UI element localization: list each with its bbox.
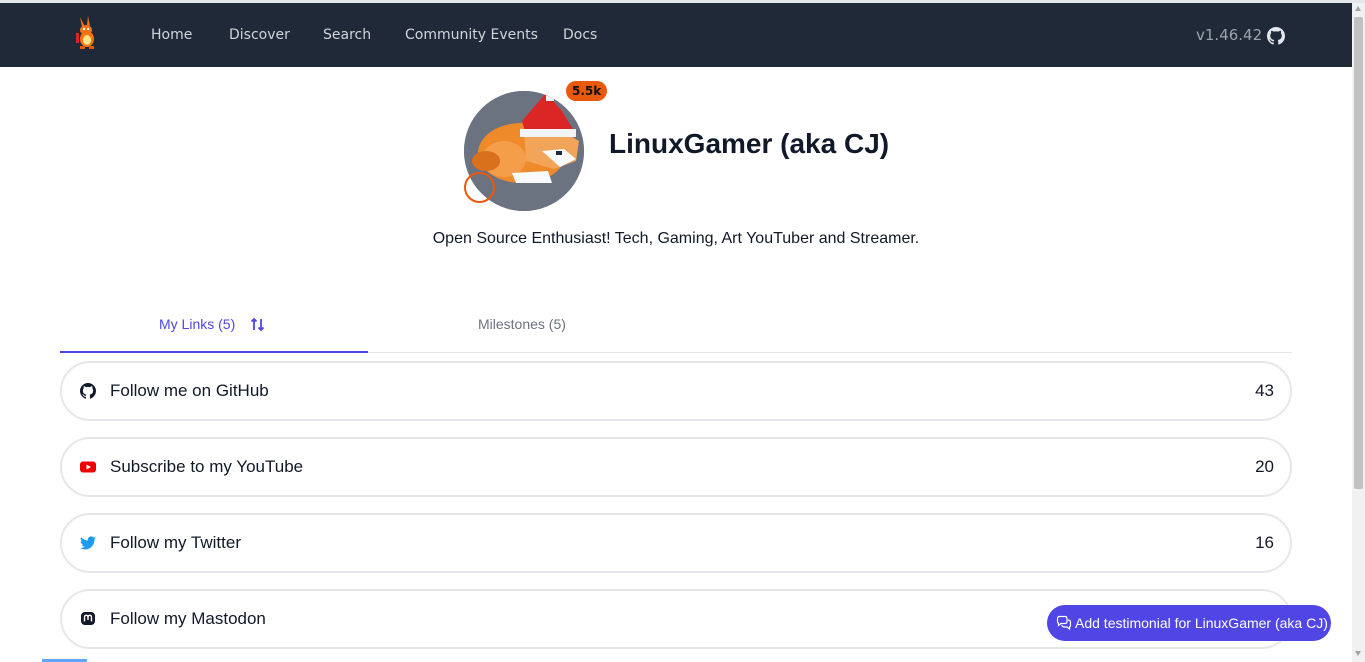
profile-name: LinuxGamer (aka CJ) — [609, 128, 890, 159]
nav-community-events-link[interactable]: Community Events — [405, 27, 538, 43]
link-label: Follow me on GitHub — [110, 381, 269, 400]
link-label: Follow my Twitter — [110, 533, 241, 552]
tab-milestones[interactable]: Milestones (5) — [478, 316, 566, 332]
twitter-icon — [80, 536, 96, 550]
profile-bio: Open Source Enthusiast! Tech, Gaming, Ar… — [432, 230, 920, 247]
nav-search-link[interactable]: Search — [323, 27, 371, 43]
link-card-youtube[interactable]: Subscribe to my YouTube 20 — [60, 437, 1292, 497]
link-click-count: 16 — [1255, 533, 1274, 552]
link-label: Subscribe to my YouTube — [110, 457, 304, 476]
status-ring — [464, 172, 495, 203]
link-card-github[interactable]: Follow me on GitHub 43 — [60, 361, 1292, 421]
add-testimonial-label: Add testimonial for LinuxGamer (aka CJ) — [1075, 615, 1328, 631]
scroll-up-arrow-icon[interactable] — [1355, 6, 1361, 11]
views-badge: 5.5k — [566, 81, 608, 101]
link-card-twitter[interactable]: Follow my Twitter 16 — [60, 513, 1292, 573]
nav-home-link[interactable]: Home — [151, 27, 192, 43]
youtube-icon — [80, 461, 96, 473]
github-icon[interactable] — [1267, 27, 1285, 45]
app-version: v1.46.42 — [1196, 26, 1263, 44]
add-testimonial-button[interactable]: Add testimonial for LinuxGamer (aka CJ) — [1047, 605, 1331, 641]
mastodon-icon — [81, 612, 95, 625]
scrollbar-thumb[interactable] — [1354, 17, 1363, 489]
chat-bubbles-icon — [1056, 615, 1072, 631]
link-label: Follow my Mastodon — [110, 609, 266, 628]
linkfree-logo[interactable] — [72, 15, 100, 51]
nav-discover-link[interactable]: Discover — [229, 27, 290, 43]
link-click-count: 20 — [1255, 457, 1274, 476]
page-scrollbar[interactable] — [1352, 3, 1365, 662]
top-navigation: Home Discover Search Community Events Do… — [0, 3, 1352, 67]
active-tab-indicator — [60, 351, 368, 353]
github-icon — [80, 383, 96, 399]
sort-icon[interactable] — [250, 317, 265, 332]
scroll-down-arrow-icon[interactable] — [1355, 651, 1361, 656]
tab-my-links[interactable]: My Links (5) — [159, 316, 235, 332]
nav-docs-link[interactable]: Docs — [563, 27, 597, 43]
link-click-count: 43 — [1255, 381, 1274, 400]
